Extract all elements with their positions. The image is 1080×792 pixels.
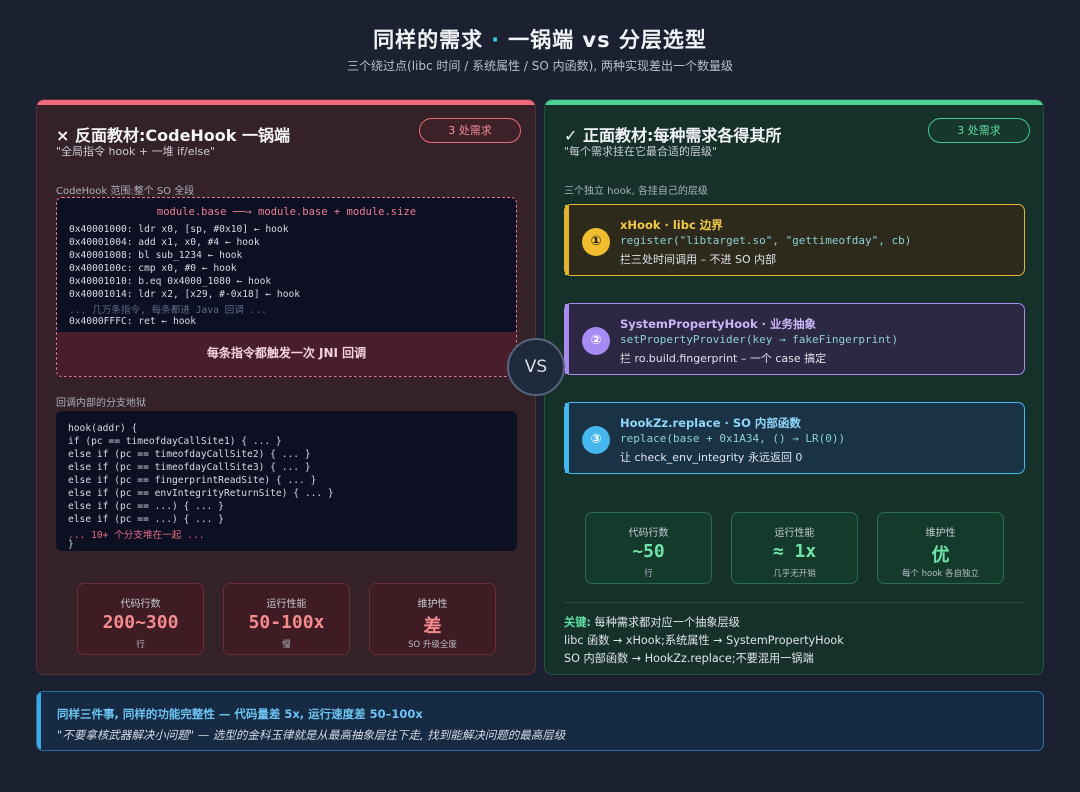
key-line: 每种需求都对应一个抽象层级 (594, 616, 740, 629)
branch-line: else if (pc == envIntegrityReturnSite) {… (68, 488, 334, 499)
panel-accent-bar (37, 100, 535, 105)
branch-code-box: hook(addr) { if (pc == timeofdayCallSite… (56, 411, 517, 551)
metric-value: 50-100x (248, 612, 325, 633)
branch-line: else if (pc == timeofdayCallSite2) { ...… (68, 449, 311, 460)
panel-subtitle: "全局指令 hook + 一堆 if/else" (56, 145, 216, 158)
branch-hell-label: 回调内部的分支地狱 (56, 398, 146, 409)
hook-range-label: CodeHook 范围:整个 SO 全段 (56, 186, 195, 197)
asm-line: 0x40001014: ldr x2, [x29, #-0x18] ← hook (69, 289, 301, 300)
requirement-count-badge: 3 处需求 (928, 118, 1030, 143)
asm-line: 0x4000100c: cmp x0, #0 ← hook (69, 263, 237, 274)
page-title: 同样的需求 · 一锅端 vs 分层选型 (0, 24, 1080, 54)
key-takeaway: 关键: 每种需求都对应一个抽象层级 libc 函数 → xHook;系统属性 →… (564, 614, 844, 668)
branch-ellipsis-line: ... 10+ 个分支堆在一起 ... (68, 530, 205, 541)
range-header: module.base ──→ module.base + module.siz… (156, 206, 417, 218)
hook-range-code-box: module.base ──→ module.base + module.siz… (56, 197, 517, 377)
metric-value: ≈ 1x (772, 541, 817, 562)
asm-line: 0x40001010: b.eq 0x4000_1080 ← hook (69, 276, 272, 287)
summary-line: 同样三件事, 同样的功能完整性 — 代码量差 5x, 运行速度差 50–100x (57, 707, 423, 721)
card-accent-bar (565, 304, 569, 374)
metric-card-lines: 代码行数 200~300 行 (77, 583, 204, 655)
metric-label: 维护性 (417, 599, 448, 610)
title-dot: · (491, 28, 501, 52)
metric-value: 优 (931, 545, 950, 566)
step-number-badge: ② (582, 327, 610, 355)
metric-note: 行 (644, 569, 653, 579)
metric-label: 代码行数 (120, 599, 161, 610)
key-line: SO 内部函数 → HookZz.replace;不要混用一锅端 (564, 652, 814, 665)
panel-accent-bar (545, 100, 1043, 105)
metric-value: 差 (423, 616, 442, 637)
metric-card-performance: 运行性能 50-100x 慢 (223, 583, 350, 655)
branch-line: hook(addr) { (68, 423, 138, 434)
branch-line: else if (pc == ...) { ... } (68, 514, 224, 525)
branch-line: else if (pc == fingerprintReadSite) { ..… (68, 475, 317, 486)
metric-card-maintainability: 维护性 差 SO 升级全废 (369, 583, 496, 655)
metric-note: 几乎无开销 (773, 569, 816, 579)
good-example-panel: ✓ 正面教材:每种需求各得其所 "每个需求挂在它最合适的层级" 3 处需求 三个… (544, 99, 1044, 675)
card-accent-bar (565, 205, 569, 275)
hook-code: setPropertyProvider(key → fakeFingerprin… (620, 333, 899, 346)
asm-line: 0x40001008: bl sub_1234 ← hook (69, 250, 243, 261)
metric-value: 200~300 (102, 612, 179, 633)
title-part2: 一锅端 vs 分层选型 (508, 28, 707, 52)
asm-ellipsis-line: ... 几万条指令, 每条都进 Java 回调 ... (69, 305, 267, 316)
hook-description: 拦三处时间调用 – 不进 SO 内部 (620, 253, 777, 266)
page-subtitle: 三个绕过点(libc 时间 / 系统属性 / SO 内函数), 两种实现差出一个… (347, 59, 733, 73)
hook-card-systemproperty: ② SystemPropertyHook · 业务抽象 setPropertyP… (564, 303, 1025, 375)
metric-note: 慢 (282, 640, 291, 650)
hook-title: HookZz.replace · SO 内部函数 (620, 416, 801, 430)
hook-description: 让 check_env_integrity 永远返回 0 (620, 451, 803, 464)
hook-code: replace(base + 0x1A34, () → LR(0)) (620, 432, 846, 445)
metric-note: SO 升级全废 (408, 640, 457, 650)
branch-line: } (68, 539, 74, 550)
metric-label: 运行性能 (774, 528, 815, 539)
key-label: 关键: (564, 616, 591, 629)
hook-description: 拦 ro.build.fingerprint – 一个 case 搞定 (620, 352, 827, 365)
summary-callout: 同样三件事, 同样的功能完整性 — 代码量差 5x, 运行速度差 50–100x… (36, 691, 1044, 751)
metric-card-maintainability: 维护性 优 每个 hook 各自独立 (877, 512, 1004, 584)
hook-title: xHook · libc 边界 (620, 218, 723, 232)
metric-label: 维护性 (925, 528, 956, 539)
asm-line: 0x40001000: ldr x0, [sp, #0x10] ← hook (69, 224, 289, 235)
metric-label: 运行性能 (266, 599, 307, 610)
bad-example-panel: × 反面教材:CodeHook 一锅端 "全局指令 hook + 一堆 if/e… (36, 99, 536, 675)
hooks-section-label: 三个独立 hook, 各挂自己的层级 (564, 186, 708, 197)
metric-label: 代码行数 (628, 528, 669, 539)
callout-accent-bar (37, 692, 41, 750)
panel-subtitle: "每个需求挂在它最合适的层级" (564, 145, 718, 158)
divider (564, 602, 1025, 603)
title-part1: 同样的需求 (373, 28, 484, 52)
asm-line: 0x4000FFFC: ret ← hook (69, 316, 197, 327)
metric-card-lines: 代码行数 ~50 行 (585, 512, 712, 584)
hook-title: SystemPropertyHook · 业务抽象 (620, 317, 817, 331)
metric-value: ~50 (632, 541, 665, 562)
key-line: libc 函数 → xHook;系统属性 → SystemPropertyHoo… (564, 634, 844, 647)
hook-code: register("libtarget.so", "gettimeofday",… (620, 234, 912, 247)
card-accent-bar (565, 403, 569, 473)
metric-note: 每个 hook 各自独立 (901, 569, 980, 579)
step-number-badge: ① (582, 228, 610, 256)
requirement-count-badge: 3 处需求 (419, 118, 521, 143)
branch-line: else if (pc == timeofdayCallSite3) { ...… (68, 462, 311, 473)
summary-quote: "不要拿核武器解决小问题" — 选型的金科玉律就是从最高抽象层往下走, 找到能解… (57, 728, 566, 742)
hook-card-hookzz: ③ HookZz.replace · SO 内部函数 replace(base … (564, 402, 1025, 474)
asm-line: 0x40001004: add x1, x0, #4 ← hook (69, 237, 260, 248)
branch-line: else if (pc == ...) { ... } (68, 501, 224, 512)
branch-line: if (pc == timeofdayCallSite1) { ... } (68, 436, 282, 447)
hook-card-xhook: ① xHook · libc 边界 register("libtarget.so… (564, 204, 1025, 276)
step-number-badge: ③ (582, 426, 610, 454)
metric-card-performance: 运行性能 ≈ 1x 几乎无开销 (731, 512, 858, 584)
jni-callback-bar: 每条指令都触发一次 JNI 回调 (57, 332, 516, 376)
vs-badge: VS (507, 338, 565, 396)
metric-note: 行 (136, 640, 145, 650)
